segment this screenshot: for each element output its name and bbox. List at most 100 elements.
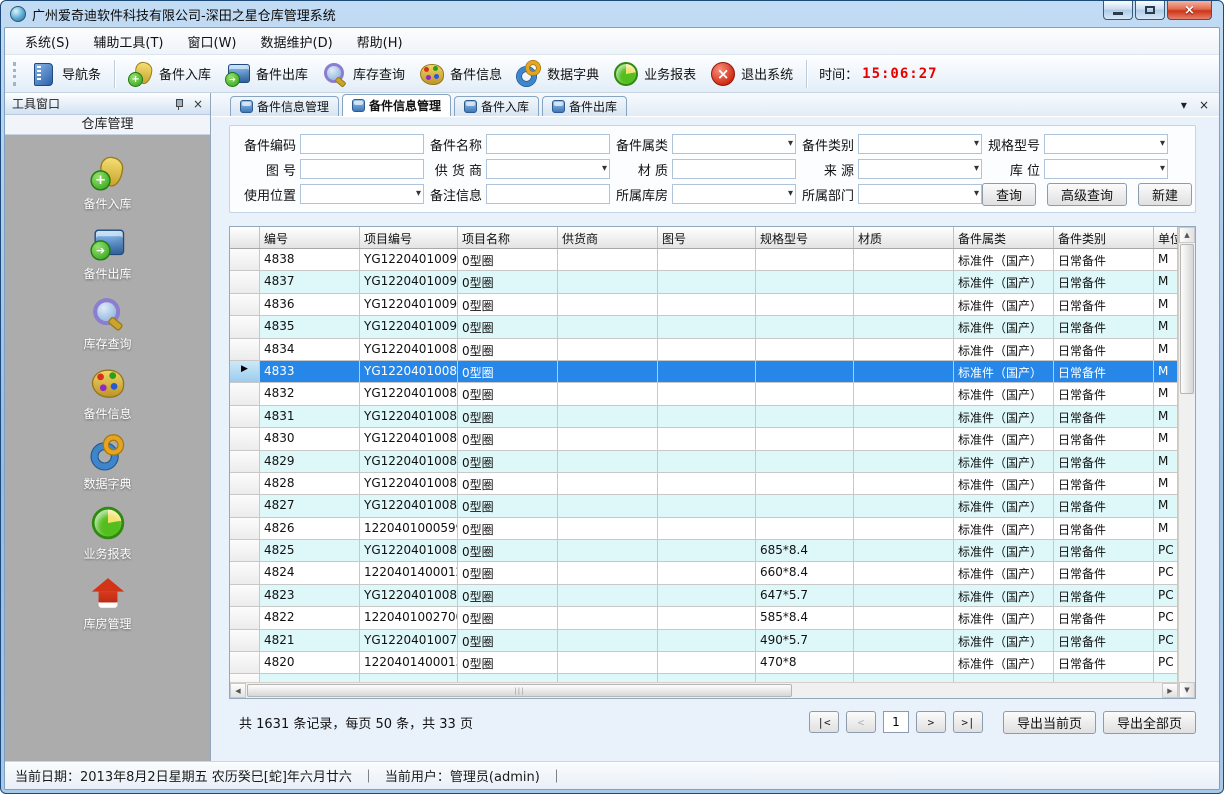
- row-selector[interactable]: ▶: [230, 361, 260, 383]
- toolbar-button-inventory-query[interactable]: 库存查询: [322, 61, 405, 87]
- row-selector[interactable]: [230, 540, 260, 562]
- column-header[interactable]: 编号: [260, 227, 360, 248]
- column-header[interactable]: 单位: [1154, 227, 1178, 248]
- table-row[interactable]: 4830YG122040100850型圈标准件（国产）日常备件M: [230, 428, 1178, 450]
- new-button[interactable]: 新建: [1138, 183, 1192, 206]
- tab-备件出库[interactable]: 备件出库: [542, 96, 627, 116]
- 备注信息-input[interactable]: [486, 184, 610, 204]
- sidebar-item-report[interactable]: 业务报表: [5, 499, 210, 569]
- column-header[interactable]: 图号: [658, 227, 756, 248]
- menu-item[interactable]: 数据维护(D): [250, 28, 344, 55]
- table-row[interactable]: 4823YG122040100800型圈647*5.7标准件（国产）日常备件PC: [230, 585, 1178, 607]
- 库 位-select[interactable]: [1044, 159, 1168, 179]
- menu-item[interactable]: 辅助工具(T): [82, 28, 174, 55]
- row-selector[interactable]: [230, 495, 260, 517]
- column-header[interactable]: 材质: [854, 227, 954, 248]
- prev-page-button[interactable]: <: [846, 711, 876, 733]
- column-header[interactable]: 备件类别: [1054, 227, 1154, 248]
- menu-item[interactable]: 窗口(W): [177, 28, 248, 55]
- tab-备件入库[interactable]: 备件入库: [454, 96, 539, 116]
- sidebar-item-inventory-query[interactable]: 库存查询: [5, 289, 210, 359]
- toolbar-grip[interactable]: [13, 62, 16, 86]
- 材 质-input[interactable]: [672, 159, 796, 179]
- table-row[interactable]: 4836YG122040100910型圈标准件（国产）日常备件M: [230, 294, 1178, 316]
- row-selector[interactable]: [230, 518, 260, 540]
- scroll-up-icon[interactable]: ▲: [1179, 227, 1195, 243]
- sidebar-item-parts-in[interactable]: 备件入库: [5, 149, 210, 219]
- 使用位置-select[interactable]: [300, 184, 424, 204]
- 备件名称-input[interactable]: [486, 134, 610, 154]
- pin-icon[interactable]: [173, 98, 185, 110]
- toolbar-button-exit[interactable]: 退出系统: [710, 61, 793, 87]
- 来 源-select[interactable]: [858, 159, 982, 179]
- toolbar-button-parts-out[interactable]: 备件出库: [225, 61, 308, 87]
- row-selector[interactable]: [230, 339, 260, 361]
- table-row[interactable]: 4834YG122040100890型圈标准件（国产）日常备件M: [230, 339, 1178, 361]
- next-page-button[interactable]: >: [916, 711, 946, 733]
- minimize-button[interactable]: [1103, 1, 1133, 20]
- table-row[interactable]: 4835YG122040100900型圈标准件（国产）日常备件M: [230, 316, 1178, 338]
- last-page-button[interactable]: >|: [953, 711, 983, 733]
- vertical-scroll-thumb[interactable]: [1180, 244, 1194, 394]
- sidebar-item-parts-info[interactable]: 备件信息: [5, 359, 210, 429]
- 备件属类-select[interactable]: [672, 134, 796, 154]
- scroll-right-icon[interactable]: ▶: [1162, 683, 1178, 698]
- row-selector[interactable]: [230, 473, 260, 495]
- page-number-input[interactable]: [883, 711, 909, 733]
- query-button[interactable]: 查询: [982, 183, 1036, 206]
- row-selector[interactable]: [230, 630, 260, 652]
- row-selector[interactable]: [230, 406, 260, 428]
- toolbar-button-data-dict[interactable]: 数据字典: [516, 61, 599, 87]
- scroll-track[interactable]: [792, 683, 1162, 698]
- scroll-down-icon[interactable]: ▼: [1179, 682, 1195, 698]
- column-header[interactable]: 项目名称: [458, 227, 558, 248]
- column-header[interactable]: 备件属类: [954, 227, 1054, 248]
- table-row[interactable]: 482212204010027000型圈585*8.4标准件（国产）日常备件PC: [230, 607, 1178, 629]
- toolbar-button-parts-in[interactable]: 备件入库: [128, 61, 211, 87]
- 供 货 商-select[interactable]: [486, 159, 610, 179]
- toolbar-button-navigator[interactable]: 导航条: [31, 61, 101, 87]
- maximize-button[interactable]: [1135, 1, 1165, 20]
- sidebar-close-icon[interactable]: ×: [193, 98, 203, 110]
- advanced-query-button[interactable]: 高级查询: [1047, 183, 1127, 206]
- chevron-down-icon[interactable]: ▾: [1181, 98, 1187, 112]
- sidebar-item-data-dict[interactable]: 数据字典: [5, 429, 210, 499]
- column-header[interactable]: 供货商: [558, 227, 658, 248]
- table-row[interactable]: 4838YG122040100930型圈标准件（国产）日常备件M: [230, 249, 1178, 271]
- row-selector[interactable]: [230, 585, 260, 607]
- row-selector[interactable]: [230, 249, 260, 271]
- tab-close-icon[interactable]: ×: [1199, 98, 1209, 112]
- table-row[interactable]: 482412204014000120型圈660*8.4标准件（国产）日常备件PC: [230, 562, 1178, 584]
- row-selector[interactable]: [230, 294, 260, 316]
- close-button[interactable]: ×: [1167, 1, 1212, 20]
- 所属库房-select[interactable]: [672, 184, 796, 204]
- 所属部门-select[interactable]: [858, 184, 982, 204]
- toolbar-button-parts-info[interactable]: 备件信息: [419, 61, 502, 87]
- table-row[interactable]: 4837YG122040100920型圈标准件（国产）日常备件M: [230, 271, 1178, 293]
- 规格型号-select[interactable]: [1044, 134, 1168, 154]
- tab-备件信息管理[interactable]: 备件信息管理: [230, 96, 339, 116]
- row-selector[interactable]: [230, 428, 260, 450]
- scroll-track[interactable]: [1179, 395, 1195, 682]
- menu-item[interactable]: 帮助(H): [346, 28, 414, 55]
- column-header[interactable]: 项目编号: [360, 227, 458, 248]
- 图 号-input[interactable]: [300, 159, 424, 179]
- row-selector[interactable]: [230, 271, 260, 293]
- table-row[interactable]: 482612204010005990型圈标准件（国产）日常备件M: [230, 518, 1178, 540]
- row-selector[interactable]: [230, 562, 260, 584]
- row-selector[interactable]: [230, 383, 260, 405]
- first-page-button[interactable]: |<: [809, 711, 839, 733]
- tab-备件信息管理[interactable]: 备件信息管理: [342, 94, 451, 116]
- table-row[interactable]: 4825YG122040100810型圈685*8.4标准件（国产）日常备件PC: [230, 540, 1178, 562]
- row-selector[interactable]: [230, 451, 260, 473]
- column-header[interactable]: 规格型号: [756, 227, 854, 248]
- 备件类别-select[interactable]: [858, 134, 982, 154]
- row-selector[interactable]: [230, 607, 260, 629]
- table-row[interactable]: 482012204014000130型圈470*8标准件（国产）日常备件PC: [230, 652, 1178, 674]
- row-selector[interactable]: [230, 652, 260, 674]
- table-row[interactable]: 4821YG122040100790型圈490*5.7标准件（国产）日常备件PC: [230, 630, 1178, 652]
- 备件编码-input[interactable]: [300, 134, 424, 154]
- export-current-page-button[interactable]: 导出当前页: [1003, 711, 1096, 734]
- scroll-left-icon[interactable]: ◀: [230, 683, 246, 698]
- sidebar-item-parts-out[interactable]: 备件出库: [5, 219, 210, 289]
